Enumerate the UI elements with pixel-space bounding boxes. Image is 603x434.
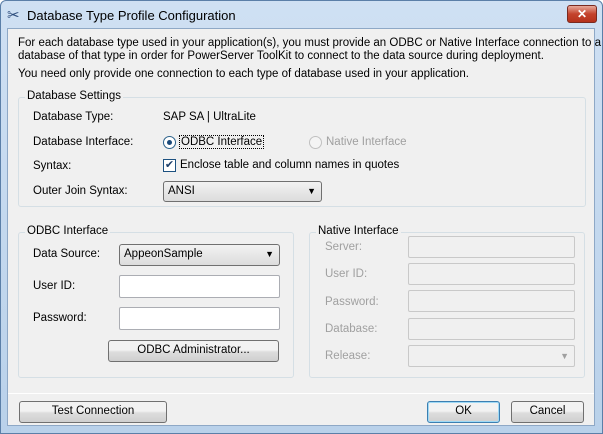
- odbc-interface-radio-label[interactable]: ODBC Interface: [179, 135, 265, 149]
- odbc-administrator-button[interactable]: ODBC Administrator...: [108, 340, 279, 362]
- outer-join-value: ANSI: [168, 185, 195, 197]
- data-source-select[interactable]: AppeonSample ▼: [119, 244, 280, 266]
- native-password-label: Password:: [325, 296, 379, 308]
- release-select: ▼: [408, 345, 575, 367]
- test-connection-button[interactable]: Test Connection: [19, 401, 167, 423]
- enclose-quotes-checkbox[interactable]: ✔: [163, 159, 176, 172]
- native-interface-radio: [309, 136, 322, 149]
- window-title: Database Type Profile Configuration: [27, 8, 236, 23]
- close-button[interactable]: ✕: [567, 5, 597, 23]
- footer-separator: [8, 393, 594, 394]
- data-source-value: AppeonSample: [124, 248, 203, 260]
- database-label: Database:: [325, 323, 378, 335]
- tools-icon: ✂: [7, 7, 20, 24]
- database-interface-label: Database Interface:: [33, 136, 134, 148]
- server-input: [408, 236, 575, 258]
- data-source-label: Data Source:: [33, 248, 101, 260]
- native-password-input: [408, 290, 575, 312]
- chevron-down-icon: ▼: [265, 249, 274, 259]
- server-label: Server:: [325, 241, 363, 253]
- intro-line-1: For each database type used in your appl…: [18, 37, 601, 49]
- chevron-down-icon: ▼: [307, 186, 316, 196]
- database-input: [408, 318, 575, 340]
- outer-join-label: Outer Join Syntax:: [33, 185, 128, 197]
- database-settings-title: Database Settings: [25, 90, 123, 102]
- chevron-down-icon: ▼: [560, 351, 569, 361]
- password-label: Password:: [33, 312, 87, 324]
- native-user-id-label: User ID:: [325, 268, 368, 280]
- user-id-label: User ID:: [33, 280, 76, 292]
- native-interface-radio-label: Native Interface: [326, 136, 407, 148]
- syntax-label: Syntax:: [33, 160, 72, 172]
- enclose-quotes-label[interactable]: Enclose table and column names in quotes: [180, 159, 399, 171]
- title-bar: ✂ Database Type Profile Configuration ✕: [1, 1, 602, 29]
- intro-line-3: You need only provide one connection to …: [18, 68, 469, 80]
- odbc-interface-title: ODBC Interface: [25, 225, 111, 237]
- native-interface-title: Native Interface: [316, 225, 401, 237]
- cancel-button[interactable]: Cancel: [511, 401, 584, 423]
- outer-join-select[interactable]: ANSI ▼: [163, 181, 322, 202]
- native-user-id-input: [408, 263, 575, 285]
- ok-button[interactable]: OK: [427, 401, 500, 423]
- database-type-value: SAP SA | UltraLite: [163, 111, 256, 123]
- intro-line-2: database of that type in order for Power…: [18, 50, 544, 62]
- database-type-label: Database Type:: [33, 111, 114, 123]
- release-label: Release:: [325, 350, 371, 362]
- odbc-interface-radio[interactable]: [163, 136, 176, 149]
- user-id-input[interactable]: [119, 275, 280, 298]
- password-input[interactable]: [119, 307, 280, 330]
